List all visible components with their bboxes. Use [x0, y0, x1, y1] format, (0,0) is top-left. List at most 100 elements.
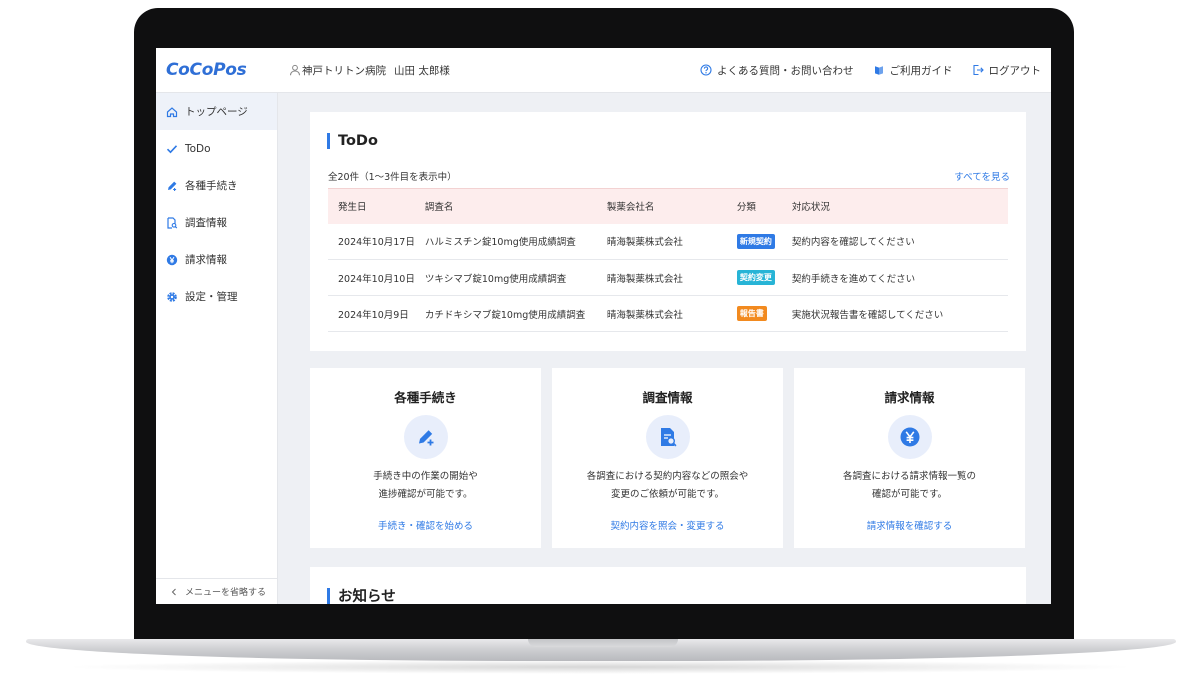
category-badge: 報告書 [736, 306, 767, 321]
table-row[interactable]: 2024年10月9日 カチドキシマブ錠10mg使用成績調査 晴海製薬株式会社 報… [328, 295, 1008, 332]
procedures-card-title: 各種手続き [394, 390, 457, 405]
cell-survey: カチドキシマブ錠10mg使用成績調査 [414, 295, 597, 332]
user-name: 山田 太郎様 [394, 64, 450, 77]
faq-contact-label: よくある質問・お問い合わせ [717, 64, 854, 77]
help-circle-icon [699, 63, 713, 77]
sidebar-item-todo[interactable]: ToDo [156, 130, 277, 167]
table-row[interactable]: 2024年10月17日 ハルミスチン錠10mg使用成績調査 晴海製薬株式会社 新… [328, 223, 1008, 260]
cell-category: 契約変更 [726, 259, 782, 296]
cell-date: 2024年10月17日 [328, 223, 415, 260]
collapse-menu-label: メニューを省略する [184, 588, 266, 598]
user-info: 神戸トリトン病院 山田 太郎様 [288, 63, 450, 78]
cell-status: 契約内容を確認してください [781, 223, 1008, 260]
home-icon [165, 105, 179, 119]
sidebar-item-label: 各種手続き [185, 180, 238, 192]
faq-contact-link[interactable]: よくある質問・お問い合わせ [699, 63, 854, 78]
todo-title: ToDo [338, 133, 378, 149]
app-logo[interactable]: CoCoPos [166, 60, 276, 80]
todo-table: 発生日 調査名 製薬会社名 分類 対応状況 2024年10月17日 ハルミスチン… [328, 188, 1008, 332]
description-line: 進捗確認が可能です。 [378, 489, 473, 500]
procedures-card-description: 手続き中の作業の開始や 進捗確認が可能です。 [310, 468, 541, 504]
cell-status: 実施状況報告書を確認してください [781, 295, 1008, 332]
guide-book-icon [872, 63, 886, 77]
category-badge: 新規契約 [736, 233, 775, 249]
survey-info-card: 調査情報 各調査における契約内容などの照会や 変更のご依頼が可能です。 契約内容… [552, 368, 783, 548]
cell-category: 新規契約 [726, 223, 782, 260]
cell-company: 晴海製薬株式会社 [596, 223, 727, 260]
column-header-company: 製薬会社名 [596, 188, 727, 224]
survey-info-card-description: 各調査における契約内容などの照会や 変更のご依頼が可能です。 [552, 468, 783, 504]
sidebar-item-procedures[interactable]: 各種手続き [156, 167, 277, 204]
column-header-survey: 調査名 [414, 188, 597, 224]
todo-count: 全20件（1〜3件目を表示中） [328, 172, 457, 183]
news-section-title: お知らせ [327, 585, 396, 604]
sidebar-item-label: 調査情報 [185, 217, 227, 229]
main-content: ToDo 全20件（1〜3件目を表示中） すべてを見る 発生日 調査名 製薬会社… [278, 93, 1051, 604]
sidebar-item-settings[interactable]: 設定・管理 [156, 278, 277, 315]
document-search-icon [165, 216, 179, 230]
sidebar-item-label: ToDo [185, 142, 211, 155]
title-accent-bar [327, 587, 330, 604]
news-card: お知らせ [310, 567, 1026, 604]
billing-info-card: 請求情報 各調査における請求情報一覧の 確認が可能です。 請求情報を確認する [794, 368, 1025, 548]
sidebar-item-billing-info[interactable]: 請求情報 [156, 241, 277, 278]
title-accent-bar [327, 133, 330, 149]
billing-info-card-title: 請求情報 [884, 390, 935, 405]
cell-company: 晴海製薬株式会社 [596, 295, 727, 332]
pen-icon [165, 179, 179, 193]
cell-company: 晴海製薬株式会社 [596, 259, 727, 296]
pen-plus-icon [403, 415, 448, 459]
collapse-menu-button[interactable]: メニューを省略する [156, 578, 277, 604]
top-nav: よくある質問・お問い合わせ ご利用ガイド ログアウト [699, 63, 1041, 78]
user-icon [288, 63, 302, 77]
sidebar-item-label: 設定・管理 [185, 291, 238, 303]
app-screen: CoCoPos 神戸トリトン病院 山田 太郎様 よくある質問・お問い合わせ ご利… [156, 48, 1051, 604]
column-header-date: 発生日 [328, 188, 415, 224]
description-line: 確認が可能です。 [871, 489, 948, 500]
sidebar-item-label: 請求情報 [185, 254, 227, 266]
hospital-name: 神戸トリトン病院 [302, 64, 386, 77]
sidebar-item-survey-info[interactable]: 調査情報 [156, 204, 277, 241]
category-badge: 契約変更 [736, 270, 775, 285]
yen-icon [165, 253, 179, 267]
chevron-left-icon [167, 585, 181, 599]
start-procedures-link[interactable]: 手続き・確認を始める [310, 518, 541, 532]
logout-label: ログアウト [988, 64, 1042, 77]
description-line: 変更のご依頼が可能です。 [610, 489, 725, 500]
survey-info-card-title: 調査情報 [642, 390, 693, 405]
document-search-icon [645, 415, 690, 459]
check-icon [165, 142, 179, 156]
cell-date: 2024年10月10日 [328, 259, 415, 296]
yen-icon [887, 415, 932, 459]
procedures-card: 各種手続き 手続き中の作業の開始や 進捗確認が可能です。 手続き・確認を始める [310, 368, 541, 548]
laptop-shadow [60, 660, 1140, 674]
laptop-notch [528, 639, 678, 647]
todo-section-title: ToDo [327, 133, 378, 149]
user-guide-label: ご利用ガイド [889, 64, 953, 77]
see-all-link[interactable]: すべてを見る [954, 169, 1010, 183]
user-guide-link[interactable]: ご利用ガイド [872, 63, 953, 78]
todo-card: ToDo 全20件（1〜3件目を表示中） すべてを見る 発生日 調査名 製薬会社… [310, 112, 1026, 351]
table-row[interactable]: 2024年10月10日 ツキシマブ錠10mg使用成績調査 晴海製薬株式会社 契約… [328, 259, 1008, 296]
logout-link[interactable]: ログアウト [971, 63, 1042, 78]
sidebar-item-label: トップページ [185, 106, 248, 118]
view-change-contract-link[interactable]: 契約内容を照会・変更する [552, 518, 783, 532]
sidebar-item-top-page[interactable]: トップページ [156, 93, 277, 130]
top-header: CoCoPos 神戸トリトン病院 山田 太郎様 よくある質問・お問い合わせ ご利… [156, 48, 1051, 93]
cell-survey: ハルミスチン錠10mg使用成績調査 [414, 223, 597, 260]
column-header-category: 分類 [726, 188, 782, 224]
sidebar: トップページ ToDo 各種手続き 調査情報 請求情報 設定・管理 メニューを省… [156, 93, 278, 604]
cell-status: 契約手続きを進めてください [781, 259, 1008, 296]
logout-icon [971, 63, 985, 77]
cell-date: 2024年10月9日 [328, 295, 415, 332]
description-line: 手続き中の作業の開始や [373, 471, 478, 482]
column-header-status: 対応状況 [781, 188, 1008, 224]
news-title: お知らせ [338, 589, 396, 604]
cell-survey: ツキシマブ錠10mg使用成績調査 [414, 259, 597, 296]
table-header-row: 発生日 調査名 製薬会社名 分類 対応状況 [328, 188, 1008, 224]
billing-info-card-description: 各調査における請求情報一覧の 確認が可能です。 [794, 468, 1025, 504]
description-line: 各調査における請求情報一覧の [842, 471, 976, 482]
cell-category: 報告書 [726, 295, 782, 332]
description-line: 各調査における契約内容などの照会や [586, 471, 749, 482]
check-billing-link[interactable]: 請求情報を確認する [794, 518, 1025, 532]
